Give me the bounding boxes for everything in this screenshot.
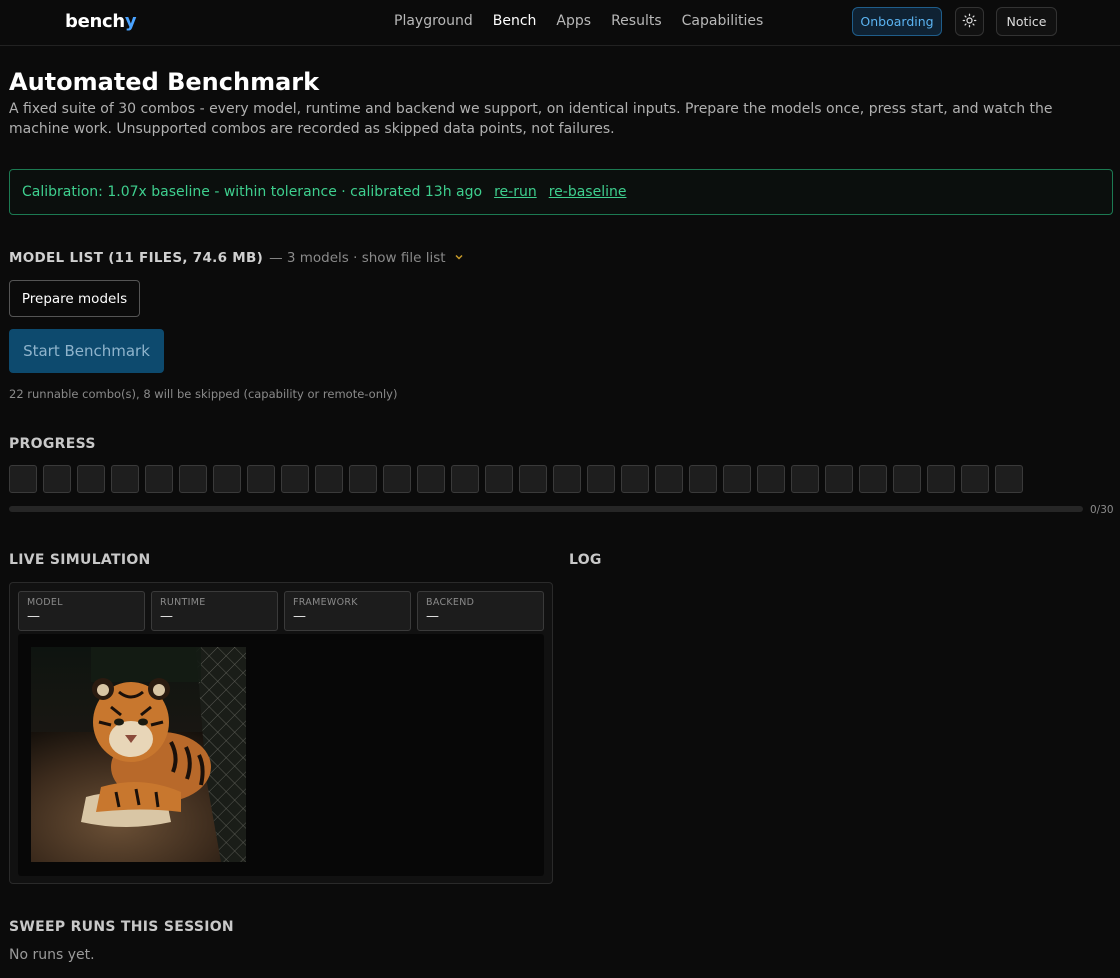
nav-link-capabilities[interactable]: Capabilities — [682, 13, 764, 29]
nav-link-results[interactable]: Results — [611, 13, 662, 29]
progress-cell — [553, 465, 581, 493]
progress-cell — [587, 465, 615, 493]
notice-button[interactable]: Notice — [996, 7, 1057, 36]
runnable-note: 22 runnable combo(s), 8 will be skipped … — [9, 387, 398, 401]
progress-cell — [9, 465, 37, 493]
nav-link-bench[interactable]: Bench — [493, 13, 537, 29]
calibration-banner: Calibration: 1.07x baseline - within tol… — [9, 169, 1113, 215]
progress-cell — [281, 465, 309, 493]
progress-cell — [825, 465, 853, 493]
progress-cell — [111, 465, 139, 493]
model-list-title: MODEL LIST (11 FILES, 74.6 MB) — [9, 250, 264, 266]
backend-field: BACKEND — — [417, 591, 544, 631]
model-field-label: MODEL — [27, 597, 63, 608]
brand-logo[interactable]: benchy — [65, 11, 137, 32]
progress-cell — [77, 465, 105, 493]
nav-links: Playground Bench Apps Results Capabiliti… — [394, 13, 763, 29]
progress-cell — [179, 465, 207, 493]
progress-cell — [315, 465, 343, 493]
progress-cells — [9, 465, 1023, 493]
progress-cell — [893, 465, 921, 493]
chevron-down-icon — [454, 251, 464, 265]
live-simulation-heading: LIVE SIMULATION — [9, 552, 151, 568]
brand-main: bench — [65, 11, 125, 32]
sun-icon — [962, 13, 977, 31]
top-nav: benchy Playground Bench Apps Results Cap… — [0, 0, 1120, 46]
progress-cell — [519, 465, 547, 493]
progress-cell — [349, 465, 377, 493]
progress-cell — [213, 465, 241, 493]
progress-cell — [791, 465, 819, 493]
nav-link-apps[interactable]: Apps — [556, 13, 591, 29]
nav-link-playground[interactable]: Playground — [394, 13, 473, 29]
rerun-link[interactable]: re-run — [494, 184, 537, 200]
model-list-subtitle: — 3 models · show file list — [269, 250, 446, 266]
progress-cell — [383, 465, 411, 493]
page-description: A fixed suite of 30 combos - every model… — [9, 101, 1053, 137]
progress-cell — [961, 465, 989, 493]
progress-cell — [451, 465, 479, 493]
model-list-toggle[interactable]: MODEL LIST (11 FILES, 74.6 MB) — 3 model… — [9, 250, 464, 266]
progress-cell — [621, 465, 649, 493]
progress-heading: PROGRESS — [9, 436, 96, 452]
progress-cell — [757, 465, 785, 493]
backend-field-label: BACKEND — [426, 597, 475, 608]
brand-accent: y — [124, 11, 137, 32]
backend-field-value: — — [426, 609, 439, 624]
framework-field-value: — — [293, 609, 306, 624]
framework-field: FRAMEWORK — — [284, 591, 411, 631]
rebaseline-link[interactable]: re-baseline — [549, 184, 627, 200]
progress-cell — [247, 465, 275, 493]
progress-cell — [417, 465, 445, 493]
runtime-field-value: — — [160, 609, 173, 624]
progress-bar — [9, 506, 1083, 512]
progress-cell — [43, 465, 71, 493]
progress-count: 0/30 — [1090, 504, 1114, 516]
tiger-cub-photo — [31, 647, 246, 862]
progress-cell — [723, 465, 751, 493]
onboarding-button[interactable]: Onboarding — [852, 7, 942, 36]
progress-cell — [655, 465, 683, 493]
sweep-runs-heading: SWEEP RUNS THIS SESSION — [9, 919, 234, 935]
log-heading: LOG — [569, 552, 602, 568]
progress-cell — [995, 465, 1023, 493]
model-field: MODEL — — [18, 591, 145, 631]
calibration-text: Calibration: 1.07x baseline - within tol… — [22, 184, 483, 200]
progress-cell — [485, 465, 513, 493]
prepare-models-button[interactable]: Prepare models — [9, 280, 140, 317]
progress-cell — [145, 465, 173, 493]
model-field-value: — — [27, 609, 40, 624]
progress-cell — [689, 465, 717, 493]
page-title: Automated Benchmark — [9, 68, 320, 96]
framework-field-label: FRAMEWORK — [293, 597, 358, 608]
runtime-field-label: RUNTIME — [160, 597, 206, 608]
simulation-viewport — [18, 634, 544, 876]
start-benchmark-button[interactable]: Start Benchmark — [9, 329, 164, 373]
progress-cell — [927, 465, 955, 493]
progress-cell — [859, 465, 887, 493]
live-simulation-panel: MODEL — RUNTIME — FRAMEWORK — BACKEND — — [9, 582, 553, 884]
theme-toggle-button[interactable] — [955, 7, 984, 36]
no-runs-text: No runs yet. — [9, 947, 95, 963]
runtime-field: RUNTIME — — [151, 591, 278, 631]
